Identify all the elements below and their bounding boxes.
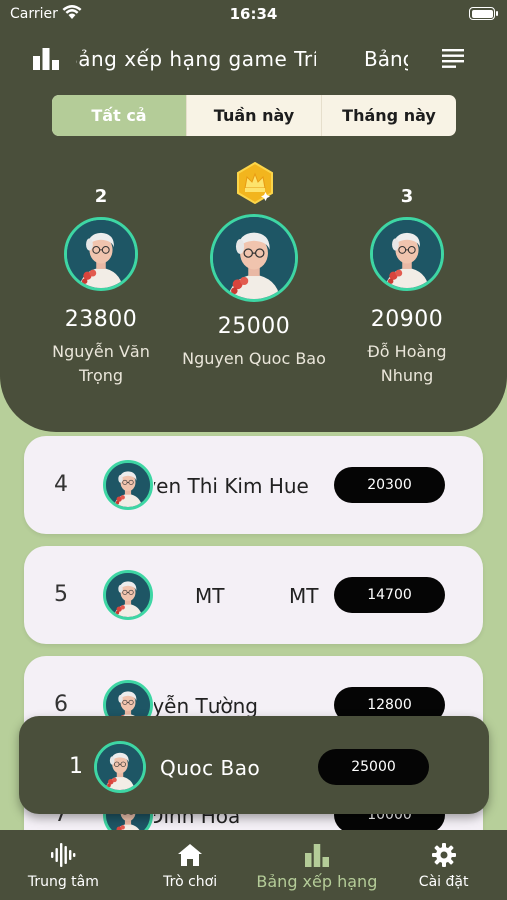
current-user-score: 25000 — [318, 749, 429, 785]
podium-rank: 3 — [400, 186, 414, 207]
avatar — [103, 570, 153, 620]
podium-name: Đỗ Hoàng Nhung — [367, 342, 447, 385]
tab-games[interactable]: Trò chơi — [127, 830, 254, 900]
score-badge: 20300 — [334, 467, 445, 503]
bottom-tab-bar: Trung tâm Trò chơi Bảng xếp hạng Cài đặt — [0, 830, 507, 900]
crown-badge-icon — [237, 162, 273, 204]
podium-third-place[interactable]: 3 20900 Đỗ Hoàng Nhung — [346, 186, 468, 388]
podium-score: 25000 — [217, 314, 291, 339]
menu-lines-icon[interactable] — [442, 48, 464, 68]
tab-label: Trung tâm — [27, 874, 99, 890]
avatar — [64, 217, 138, 291]
marquee-title: Bảng xếp hạng game Trí Nhớ — [76, 44, 316, 74]
current-user-rank-card[interactable]: 1 Quoc Bao 25000 — [19, 716, 489, 814]
podium-second-place[interactable]: 2 23800 Nguyễn Văn Trọng — [40, 186, 162, 388]
podium-rank: 2 — [94, 186, 108, 207]
leaderboard-header: Carrier 16:34 Bảng xếp hạng game Trí Nhớ… — [0, 0, 507, 432]
avatar — [370, 217, 444, 291]
podium-name: Nguyen Quoc Bao — [182, 349, 326, 368]
tab-settings[interactable]: Cài đặt — [380, 830, 507, 900]
tab-this-week[interactable]: Tuần này — [186, 95, 321, 136]
avatar-image — [67, 220, 135, 288]
tab-leaderboard[interactable]: Bảng xếp hạng — [254, 830, 381, 900]
avatar — [103, 460, 153, 510]
tab-center[interactable]: Trung tâm — [0, 830, 127, 900]
row-rank: 6 — [54, 692, 68, 717]
bar-chart-icon — [304, 844, 329, 867]
row-name: Nguyen Thi Kim Hue — [154, 474, 309, 498]
status-bar: Carrier 16:34 — [0, 0, 507, 28]
tab-label: Cài đặt — [418, 874, 469, 890]
row-name-repeat: MT — [289, 584, 319, 608]
marquee-title-repeat: Bảng — [362, 44, 408, 74]
table-row[interactable]: 4 Nguyen Thi Kim Hue 20300 — [24, 436, 483, 534]
podium-name: Nguyễn Văn Trọng — [52, 342, 150, 385]
row-name-marquee: MT MT — [154, 580, 324, 610]
current-user-rank: 1 — [69, 754, 83, 779]
row-name: Nguyễn Tường — [154, 694, 259, 718]
tab-this-month[interactable]: Tháng này — [321, 95, 456, 136]
avatar — [210, 214, 298, 302]
podium-score: 20900 — [370, 307, 444, 332]
battery-icon — [469, 7, 498, 20]
row-name: MT — [195, 584, 225, 608]
current-user-name: Quoc Bao — [160, 756, 261, 780]
podium-score: 23800 — [64, 307, 138, 332]
row-name-marquee: Nguyen Thi Kim Hue — [154, 470, 324, 500]
avatar-image — [97, 744, 143, 790]
waveform-icon — [51, 843, 76, 867]
tab-all[interactable]: Tất cả — [52, 95, 186, 136]
avatar-image — [106, 573, 150, 617]
gear-icon — [431, 843, 456, 867]
row-rank: 4 — [54, 472, 68, 497]
home-icon — [178, 844, 203, 866]
nav-bar: Bảng xếp hạng game Trí Nhớ Bảng — [0, 38, 507, 78]
tab-label: Trò chơi — [163, 874, 218, 890]
podium-first-place[interactable]: 25000 Nguyen Quoc Bao — [168, 212, 340, 371]
table-row[interactable]: 5 MT MT 14700 — [24, 546, 483, 644]
avatar — [94, 741, 146, 793]
row-rank: 5 — [54, 582, 68, 607]
time-filter-segmented-control: Tất cả Tuần này Tháng này — [52, 95, 456, 136]
page-title-repeat: Bảng — [364, 47, 408, 71]
avatar-image — [373, 220, 441, 288]
score-badge: 14700 — [334, 577, 445, 613]
avatar-image — [213, 217, 295, 299]
page-title: Bảng xếp hạng game Trí Nhớ — [76, 47, 316, 71]
avatar-image — [106, 463, 150, 507]
clock: 16:34 — [229, 5, 278, 23]
tab-label: Bảng xếp hạng — [256, 872, 378, 891]
bar-chart-icon[interactable] — [32, 46, 60, 70]
